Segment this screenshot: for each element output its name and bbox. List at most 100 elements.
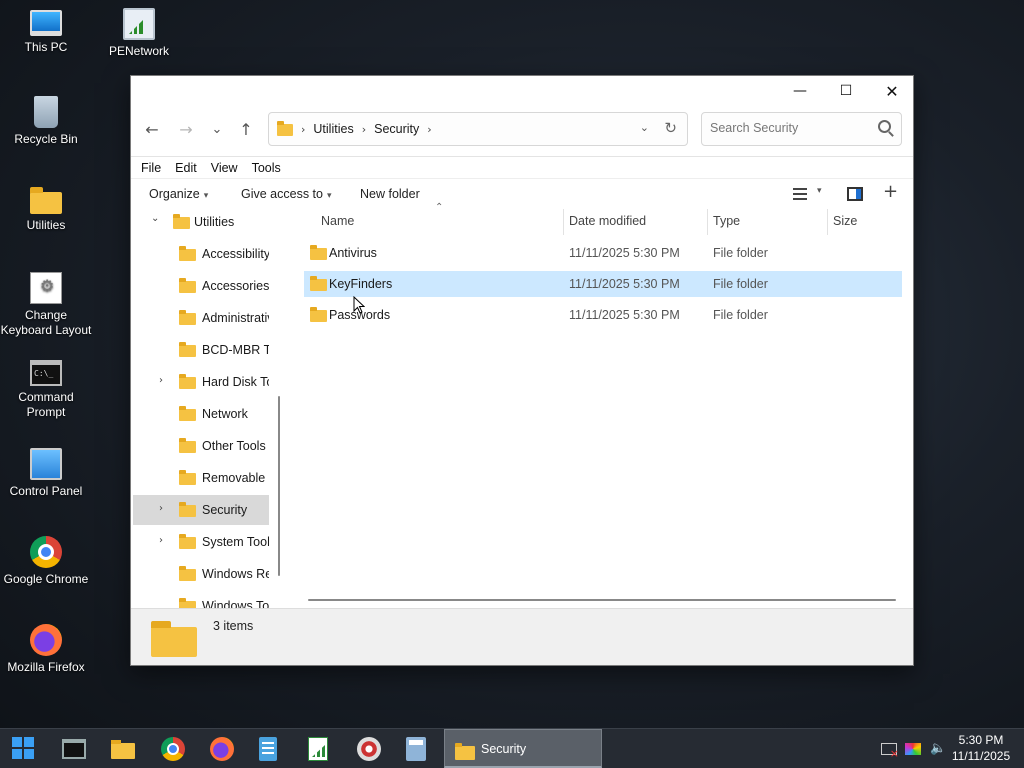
calculator-icon[interactable] xyxy=(406,737,426,761)
folder-icon xyxy=(179,374,196,389)
tree-item-label: Windows Recovery xyxy=(202,567,269,581)
address-bar[interactable]: › Utilities › Security › ⌄ ↻ xyxy=(268,112,688,146)
tree-item-administrative-tools[interactable]: Administrative Tools xyxy=(133,303,269,333)
file-explorer-icon[interactable] xyxy=(111,737,135,761)
desktop-icon-label: Recycle Bin xyxy=(14,132,78,146)
file-row-keyfinders[interactable]: KeyFinders 11/11/2025 5:30 PM File folder xyxy=(304,271,902,297)
tree-item-windows-tools[interactable]: Windows Tools xyxy=(133,591,269,608)
menu-bar: File Edit View Tools xyxy=(131,156,913,178)
close-button[interactable]: ✕ xyxy=(869,76,915,106)
desktop-icon-mozilla-firefox[interactable]: Mozilla Firefox xyxy=(0,624,92,675)
tree-item-accessories[interactable]: Accessories xyxy=(133,271,269,301)
forward-button[interactable]: → xyxy=(172,116,200,142)
search-box[interactable] xyxy=(701,112,902,146)
sound-muted-icon[interactable]: 🔈 xyxy=(930,741,946,756)
menu-view[interactable]: View xyxy=(211,161,238,175)
display-icon[interactable] xyxy=(905,743,921,755)
tree-item-label: BCD-MBR Tools xyxy=(202,343,269,357)
disk-icon[interactable] xyxy=(357,737,381,761)
chevron-down-icon[interactable]: ⌄ xyxy=(640,121,649,134)
folder-icon xyxy=(179,470,196,485)
search-input[interactable] xyxy=(710,121,870,135)
folder-icon xyxy=(179,598,196,608)
organize-button[interactable]: Organize ▾ xyxy=(149,187,208,201)
breadcrumb-utilities[interactable]: Utilities xyxy=(313,122,353,136)
horizontal-scrollbar[interactable] xyxy=(308,599,896,601)
file-row-passwords[interactable]: Passwords 11/11/2025 5:30 PM File folder xyxy=(304,302,902,328)
nav-pane-scrollbar[interactable] xyxy=(278,396,280,576)
breadcrumb-separator[interactable]: › xyxy=(301,123,305,136)
command-prompt-icon[interactable] xyxy=(62,739,86,759)
clock[interactable]: 5:30 PM 11/11/2025 xyxy=(948,732,1014,764)
menu-edit[interactable]: Edit xyxy=(175,161,197,175)
desktop-icon-label: Control Panel xyxy=(9,484,83,498)
start-icon[interactable] xyxy=(12,737,36,761)
column-header-type[interactable]: Type xyxy=(713,214,740,228)
minimize-button[interactable]: — xyxy=(777,76,823,106)
up-button[interactable]: ↑ xyxy=(232,116,260,142)
file-date-cell: 11/11/2025 5:30 PM xyxy=(569,246,680,260)
search-icon[interactable] xyxy=(878,120,891,133)
tree-item-security[interactable]: › Security xyxy=(133,495,269,525)
recent-locations-button[interactable]: ⌄ xyxy=(203,116,231,142)
desktop-icon-change-keyboard-layout[interactable]: Change Keyboard Layout xyxy=(0,272,92,338)
network-disconnected-icon[interactable] xyxy=(881,743,899,760)
notepad-icon[interactable] xyxy=(259,737,277,761)
file-date-cell: 11/11/2025 5:30 PM xyxy=(569,277,680,291)
desktop-icon-command-prompt[interactable]: Command Prompt xyxy=(0,360,92,420)
tree-item-removable-drives[interactable]: Removable Drives xyxy=(133,463,269,493)
desktop-icon-control-panel[interactable]: Control Panel xyxy=(0,448,92,499)
column-header-size[interactable]: Size xyxy=(833,214,857,228)
preview-pane-icon[interactable] xyxy=(847,187,863,201)
view-details-icon[interactable] xyxy=(793,188,807,200)
column-divider[interactable] xyxy=(827,209,828,235)
breadcrumb-separator[interactable]: › xyxy=(362,123,366,136)
chrome-icon[interactable] xyxy=(161,737,185,761)
menu-file[interactable]: File xyxy=(141,161,161,175)
title-bar[interactable]: — ☐ ✕ xyxy=(131,76,913,106)
plus-icon[interactable]: + xyxy=(883,181,898,202)
tree-item-windows-recovery[interactable]: Windows Recovery xyxy=(133,559,269,589)
chevron-down-icon: ▾ xyxy=(203,191,209,201)
desktop-icon-utilities[interactable]: Utilities xyxy=(0,184,92,233)
back-button[interactable]: ← xyxy=(138,116,166,142)
refresh-icon[interactable]: ↻ xyxy=(664,119,677,137)
new-folder-button[interactable]: New folder xyxy=(360,187,420,201)
desktop-icon-google-chrome[interactable]: Google Chrome xyxy=(0,536,92,587)
column-header-name[interactable]: Name xyxy=(321,214,354,228)
maximize-button[interactable]: ☐ xyxy=(823,76,869,106)
give-access-button[interactable]: Give access to ▾ xyxy=(241,187,332,201)
status-bar: 3 items xyxy=(131,608,913,665)
column-divider[interactable] xyxy=(707,209,708,235)
breadcrumb-security[interactable]: Security xyxy=(374,122,419,136)
tree-item-accessibility[interactable]: Accessibility xyxy=(133,239,269,269)
file-row-antivirus[interactable]: Antivirus 11/11/2025 5:30 PM File folder xyxy=(304,240,902,266)
firefox-icon xyxy=(30,624,62,656)
desktop-icon-recycle-bin[interactable]: Recycle Bin xyxy=(0,96,92,147)
breadcrumb-separator[interactable]: › xyxy=(427,123,431,136)
chevron-right-icon[interactable]: › xyxy=(159,535,163,546)
organize-label: Organize xyxy=(149,187,200,201)
tree-item-utilities[interactable]: ⌄ Utilities xyxy=(133,209,269,237)
column-divider[interactable] xyxy=(563,209,564,235)
tree-item-label: Security xyxy=(202,503,248,517)
tree-item-network[interactable]: Network xyxy=(133,399,269,429)
chevron-down-icon[interactable]: ⌄ xyxy=(151,213,159,224)
chevron-down-icon[interactable]: ▾ xyxy=(817,186,822,196)
tree-item-other-tools[interactable]: Other Tools xyxy=(133,431,269,461)
chevron-right-icon[interactable]: › xyxy=(159,375,163,386)
file-list: ⌃ Name Date modified Type Size Antivirus… xyxy=(289,202,913,608)
chart-icon[interactable] xyxy=(308,737,328,761)
tree-item-bcd-mbr-tools[interactable]: BCD-MBR Tools xyxy=(133,335,269,365)
menu-tools[interactable]: Tools xyxy=(252,161,281,175)
folder-icon xyxy=(310,276,327,291)
chevron-right-icon[interactable]: › xyxy=(159,503,163,514)
desktop-icon-penetwork[interactable]: PENetwork xyxy=(93,8,185,59)
column-header-date-modified[interactable]: Date modified xyxy=(569,214,646,228)
tree-item-system-tools[interactable]: › System Tools xyxy=(133,527,269,557)
firefox-icon[interactable] xyxy=(210,737,234,761)
tree-item-hard-disk-tools[interactable]: › Hard Disk Tools xyxy=(133,367,269,397)
folder-icon xyxy=(173,214,190,229)
desktop-icon-this-pc[interactable]: This PC xyxy=(0,8,92,55)
taskbar-task-security[interactable]: Security xyxy=(444,729,602,768)
